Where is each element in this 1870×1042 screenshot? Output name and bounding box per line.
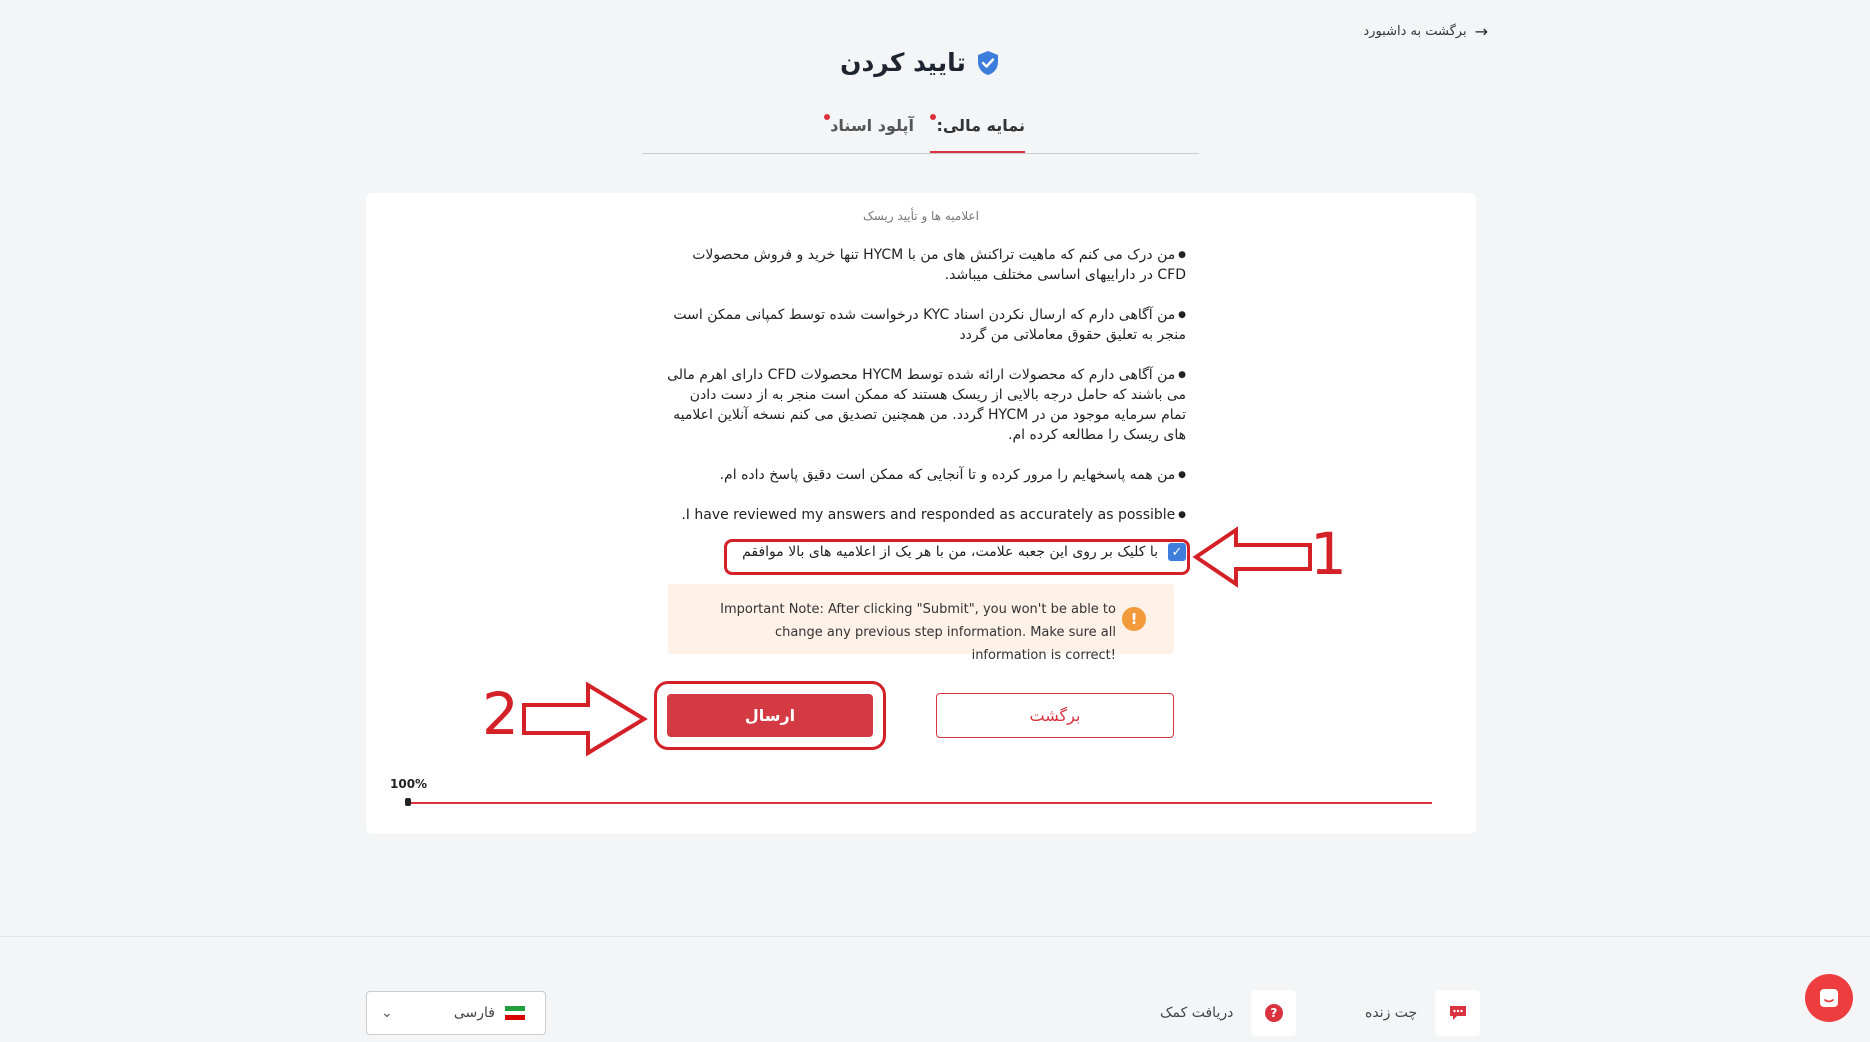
disclosure-item: من درک می کنم که ماهیت تراکنش های من با … — [666, 245, 1186, 285]
shield-check-icon — [977, 50, 998, 75]
warning-icon: ! — [1122, 607, 1146, 631]
chevron-down-icon: ⌄ — [381, 1005, 393, 1021]
submit-button[interactable]: ارسال — [667, 694, 873, 737]
tab-bar: نمایه مالی: آپلود اسناد — [642, 108, 1199, 154]
footer-divider — [0, 936, 1870, 937]
progress-knob — [405, 798, 411, 806]
chat-icon-box — [1435, 990, 1481, 1036]
annotation-arrow-left-icon — [1192, 526, 1312, 588]
agree-checkbox[interactable]: ✓ — [1168, 543, 1186, 561]
progress-fill — [408, 802, 1432, 804]
back-to-dashboard-label: برگشت به داشبورد — [1363, 24, 1467, 39]
disclosure-item: من همه پاسخهایم را مرور کرده و تا آنجایی… — [666, 465, 1186, 485]
card-caption: اعلامیه ها و تأیید ریسک — [862, 209, 979, 223]
annotation-number-2: 2 — [482, 680, 519, 748]
messenger-icon — [1820, 989, 1838, 1007]
live-chat-label: چت زنده — [1365, 1005, 1418, 1021]
arrow-right-icon: → — [1474, 22, 1488, 41]
back-to-dashboard-link[interactable]: → برگشت به داشبورد — [1363, 22, 1488, 41]
agree-label: با کلیک بر روی این جعبه علامت، من با هر … — [742, 544, 1158, 560]
tab-financial-label: نمایه مالی: — [936, 116, 1025, 135]
progress-label: 100% — [390, 777, 428, 791]
back-button[interactable]: برگشت — [936, 693, 1174, 738]
language-select[interactable]: ⌄ فارسی — [366, 991, 546, 1035]
chat-bubble-icon — [1449, 1006, 1466, 1020]
annotation-number-1: 1 — [1310, 520, 1347, 588]
disclosure-item: من آگاهی دارم که ارسال نکردن اسناد KYC د… — [666, 305, 1186, 345]
iran-flag-icon — [505, 1006, 525, 1021]
live-chat-button[interactable]: چت زنده — [1365, 990, 1481, 1036]
language-label: فارسی — [453, 1005, 495, 1021]
question-icon: ? — [1264, 1004, 1283, 1022]
page-title: تایید کردن — [840, 48, 966, 77]
help-icon-box: ? — [1251, 990, 1297, 1036]
tab-upload-documents[interactable]: آپلود اسناد — [824, 114, 914, 135]
get-help-button[interactable]: ? دریافت کمک — [1160, 990, 1297, 1036]
floating-chat-button[interactable] — [1805, 974, 1853, 1022]
annotation-arrow-right-icon — [522, 681, 648, 757]
language-value: فارسی — [454, 1005, 525, 1021]
disclosure-item: من آگاهی دارم که محصولات ارائه شده توسط … — [666, 365, 1186, 445]
disclosure-item: I have reviewed my answers and responded… — [666, 505, 1186, 525]
important-note-text: Important Note: After clicking "Submit",… — [720, 602, 1116, 663]
get-help-label: دریافت کمک — [1160, 1005, 1234, 1021]
page-header: تایید کردن — [0, 48, 1840, 77]
tab-upload-label: آپلود اسناد — [830, 116, 914, 135]
disclosure-list: من درک می کنم که ماهیت تراکنش های من با … — [666, 245, 1186, 545]
agree-checkbox-row[interactable]: ✓ با کلیک بر روی این جعبه علامت، من با ه… — [726, 543, 1186, 561]
progress-bar — [408, 802, 1432, 804]
tab-financial-profile[interactable]: نمایه مالی: — [930, 114, 1025, 153]
important-note: Important Note: After clicking "Submit",… — [668, 584, 1174, 663]
